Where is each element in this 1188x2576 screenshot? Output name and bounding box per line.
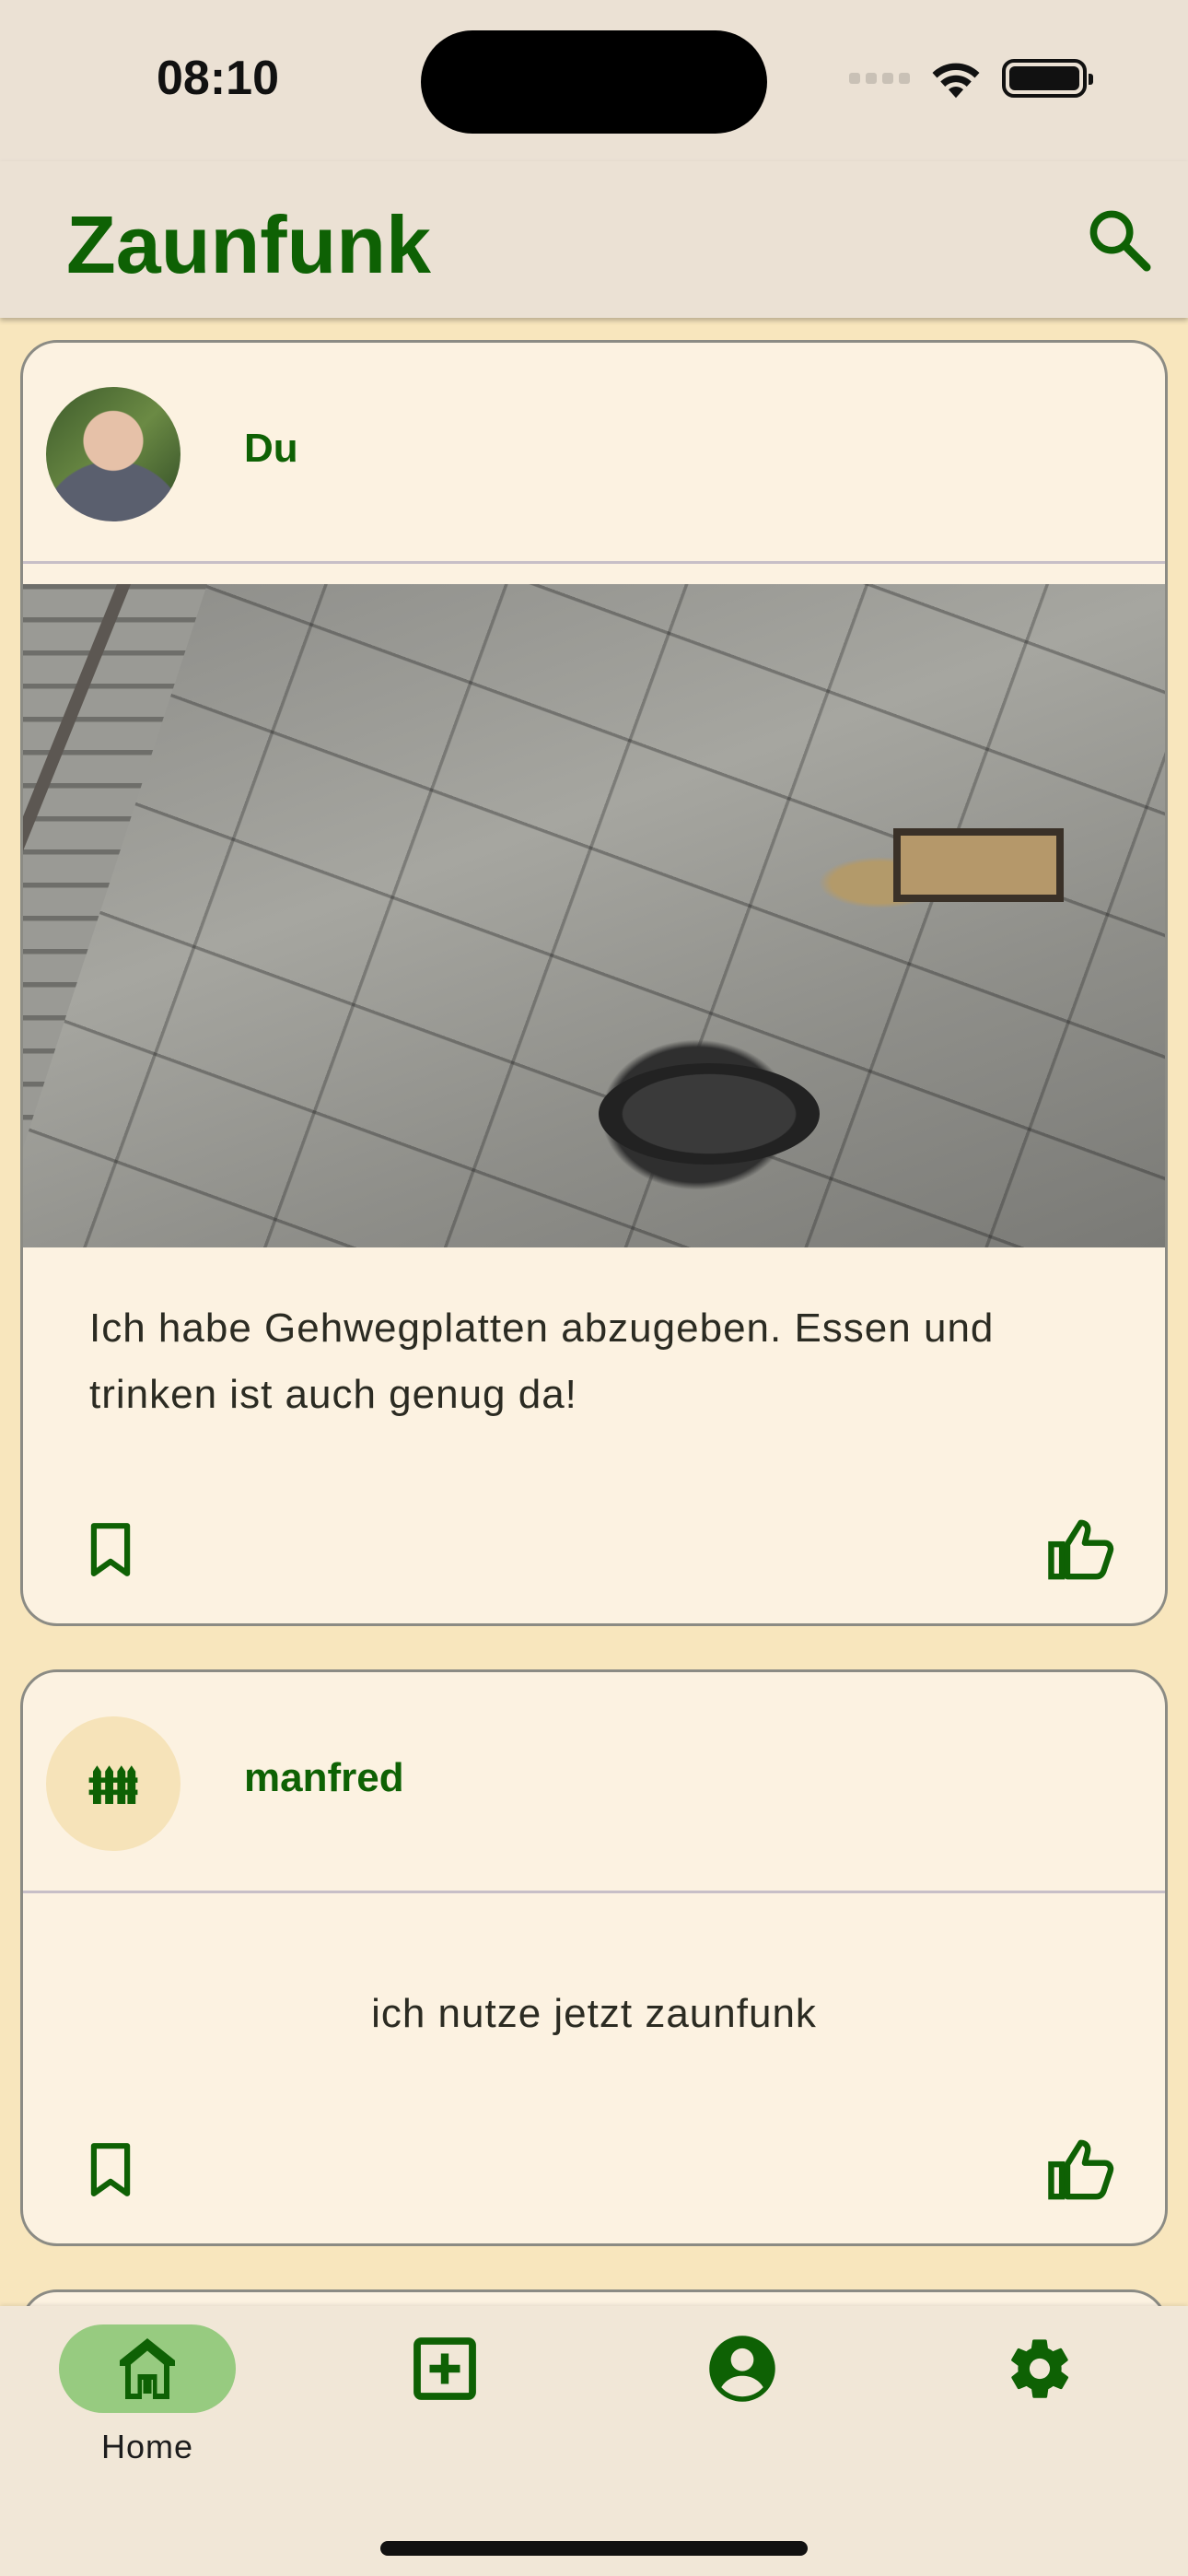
home-indicator: [380, 2541, 808, 2556]
search-icon: [1089, 210, 1151, 272]
like-button[interactable]: [1041, 2133, 1124, 2207]
thumbs-up-icon: [1048, 1519, 1114, 1580]
bookmark-icon: [90, 2143, 131, 2196]
post-card: [20, 2289, 1168, 2306]
battery-icon: [1002, 59, 1093, 98]
nav-item-add-post[interactable]: [344, 2324, 546, 2472]
post-card: manfred ich nutze jetzt zaunfunk: [20, 1669, 1168, 2246]
post-text: Ich habe Gehwegplatten abzugeben. Essen …: [89, 1306, 995, 1417]
post-header: Du: [23, 343, 1165, 564]
nav-item-profile[interactable]: [641, 2324, 844, 2472]
post-author[interactable]: Du: [244, 426, 298, 472]
bookmark-button[interactable]: [74, 2133, 147, 2207]
nav-item-home[interactable]: Home: [46, 2324, 249, 2472]
like-button[interactable]: [1041, 1513, 1124, 1587]
nav-label-home: Home: [100, 2428, 194, 2465]
search-button[interactable]: [1077, 198, 1160, 281]
nav-pill-active: [59, 2324, 236, 2413]
nav-item-settings[interactable]: [938, 2324, 1141, 2472]
bookmark-icon: [90, 1523, 131, 1576]
post-image[interactable]: [23, 584, 1165, 1247]
post-feed[interactable]: Du Ich habe Gehwegplatten abzugeben. Ess…: [0, 318, 1188, 2306]
app-bar: Zaunfunk: [0, 161, 1188, 318]
bookmark-button[interactable]: [74, 1513, 147, 1587]
profile-icon: [709, 2336, 775, 2402]
status-bar: 08:10: [0, 0, 1188, 161]
fence-icon: [88, 1765, 138, 1804]
post-card: Du Ich habe Gehwegplatten abzugeben. Ess…: [20, 340, 1168, 1626]
app-title: Zaunfunk: [66, 199, 431, 290]
avatar[interactable]: [46, 387, 181, 521]
home-icon: [120, 2338, 175, 2399]
avatar[interactable]: [46, 1716, 181, 1851]
post-actions: [23, 2133, 1165, 2207]
dynamic-island: [421, 30, 767, 134]
post-header: manfred: [23, 1672, 1165, 1893]
post-actions: [23, 1513, 1165, 1587]
status-time: 08:10: [157, 52, 279, 105]
status-icons: [849, 55, 1093, 101]
wifi-icon: [932, 63, 980, 99]
bottom-navigation: Home: [0, 2306, 1188, 2576]
add-post-icon: [413, 2337, 476, 2400]
post-author[interactable]: manfred: [244, 1755, 404, 1801]
signal-icon: [849, 73, 910, 84]
thumbs-up-icon: [1048, 2139, 1114, 2200]
settings-icon: [1011, 2339, 1069, 2398]
post-text: ich nutze jetzt zaunfunk: [371, 1991, 817, 2036]
